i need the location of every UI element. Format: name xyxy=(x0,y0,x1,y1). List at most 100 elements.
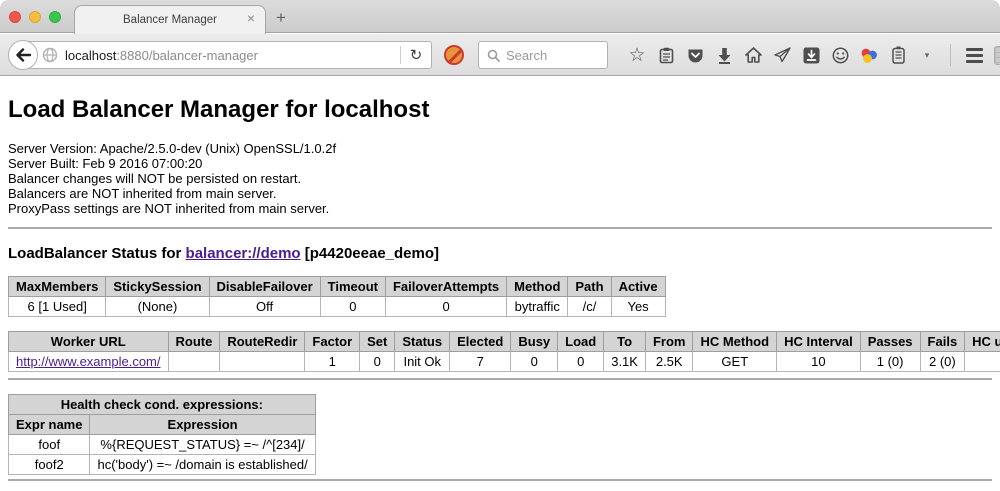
cell-elected: 7 xyxy=(450,352,511,372)
cell-set: 0 xyxy=(360,352,395,372)
pocket-icon[interactable] xyxy=(686,46,704,64)
new-tab-button[interactable]: + xyxy=(276,8,286,28)
status-heading-prefix: LoadBalancer Status for xyxy=(8,245,181,262)
toolbar-divider xyxy=(950,44,951,66)
save-to-square-icon[interactable] xyxy=(802,46,820,64)
cell-factor: 1 xyxy=(305,352,360,372)
send-tab-icon[interactable] xyxy=(773,46,791,64)
cell-timeout: 0 xyxy=(320,297,385,317)
bookmark-star-icon[interactable]: ☆ xyxy=(628,46,646,64)
col-hc-method: HC Method xyxy=(693,332,777,352)
cell-maxmembers: 6 [1 Used] xyxy=(9,297,106,317)
col-route: Route xyxy=(168,332,220,352)
cell-busy: 0 xyxy=(511,352,558,372)
balancer-summary-table: MaxMembers StickySession DisableFailover… xyxy=(8,276,666,317)
divider-rule xyxy=(8,378,992,380)
zoom-window-button[interactable] xyxy=(49,11,61,23)
col-timeout: Timeout xyxy=(320,277,385,297)
col-hc-uri: HC uri xyxy=(965,332,1000,352)
toolbar-icons: ☆ xyxy=(628,34,1000,76)
col-routeredir: RouteRedir xyxy=(220,332,305,352)
flashblock-icon[interactable] xyxy=(444,45,464,65)
col-load: Load xyxy=(558,332,604,352)
tab-strip: Balancer Manager × + xyxy=(0,0,1000,33)
cell-to: 3.1K xyxy=(604,352,646,372)
cell-worker-url: http://www.example.com/ xyxy=(9,352,169,372)
clipboard-icon[interactable] xyxy=(657,46,675,64)
table-row: foof2 hc('body') =~ /domain is establish… xyxy=(9,455,316,475)
cell-method: bytraffic xyxy=(507,297,568,317)
close-window-button[interactable] xyxy=(9,11,21,23)
server-info: Server Version: Apache/2.5.0-dev (Unix) … xyxy=(8,141,992,216)
col-hc-interval: HC Interval xyxy=(777,332,861,352)
col-worker-url: Worker URL xyxy=(9,332,169,352)
col-to: To xyxy=(604,332,646,352)
col-maxmembers: MaxMembers xyxy=(9,277,106,297)
battery-icon[interactable] xyxy=(889,46,907,64)
reload-button[interactable]: ↻ xyxy=(401,46,431,64)
window-controls xyxy=(9,11,61,23)
col-failoverattempts: FailoverAttempts xyxy=(385,277,506,297)
server-built-line: Server Built: Feb 9 2016 07:00:20 xyxy=(8,156,992,171)
cell-fails: 2 (0) xyxy=(920,352,965,372)
cell-routeredir xyxy=(220,352,305,372)
url-path: :8880/balancer-manager xyxy=(116,48,258,63)
color-dots-icon[interactable] xyxy=(860,46,878,64)
home-icon[interactable] xyxy=(744,46,762,64)
table-row: 6 [1 Used] (None) Off 0 0 bytraffic /c/ … xyxy=(9,297,666,317)
smiley-icon[interactable] xyxy=(831,46,849,64)
search-input[interactable] xyxy=(506,48,596,63)
col-active: Active xyxy=(611,277,665,297)
chevron-down-icon[interactable]: ▾ xyxy=(918,46,936,64)
worker-url-link[interactable]: http://www.example.com/ xyxy=(16,354,161,369)
col-set: Set xyxy=(360,332,395,352)
tab-balancer-manager[interactable]: Balancer Manager × xyxy=(74,5,266,34)
cell-expr-name: foof xyxy=(9,435,90,455)
cell-expr-name: foof2 xyxy=(9,455,90,475)
page-title: Load Balancer Manager for localhost xyxy=(8,96,992,124)
minimize-window-button[interactable] xyxy=(29,11,41,23)
col-stickysession: StickySession xyxy=(106,277,209,297)
menu-icon[interactable] xyxy=(965,46,983,64)
cell-load: 0 xyxy=(558,352,604,372)
cell-failoverattempts: 0 xyxy=(385,297,506,317)
cell-route xyxy=(168,352,220,372)
col-elected: Elected xyxy=(450,332,511,352)
tab-close-icon[interactable]: × xyxy=(247,11,255,25)
downloads-icon[interactable] xyxy=(715,46,733,64)
col-expr-name: Expr name xyxy=(9,415,90,435)
cell-expression: %{REQUEST_STATUS} =~ /^[234]/ xyxy=(90,435,315,455)
cell-status: Init Ok xyxy=(395,352,450,372)
url-bar[interactable]: localhost:8880/balancer-manager ↻ xyxy=(23,41,432,69)
cell-passes: 1 (0) xyxy=(860,352,920,372)
persist-notice-line: Balancer changes will NOT be persisted o… xyxy=(8,171,992,186)
col-from: From xyxy=(645,332,693,352)
cell-hc-method: GET xyxy=(693,352,777,372)
cell-hc-interval: 10 xyxy=(777,352,861,372)
back-arrow-icon xyxy=(15,48,31,62)
inherit-notice-line: Balancers are NOT inherited from main se… xyxy=(8,186,992,201)
balancer-demo-link[interactable]: balancer://demo xyxy=(186,245,301,262)
col-passes: Passes xyxy=(860,332,920,352)
table-row: http://www.example.com/ 1 0 Init Ok 7 0 … xyxy=(9,352,1000,372)
back-button[interactable] xyxy=(8,40,38,70)
extension-grid-icon[interactable] xyxy=(994,46,1000,64)
url-domain: localhost xyxy=(65,48,116,63)
server-version-line: Server Version: Apache/2.5.0-dev (Unix) … xyxy=(8,141,992,156)
page-content: Load Balancer Manager for localhost Serv… xyxy=(0,76,1000,491)
loadbalancer-status-heading: LoadBalancer Status for balancer://demo … xyxy=(8,245,992,262)
table-header-row: Expr name Expression xyxy=(9,415,316,435)
search-bar[interactable] xyxy=(478,41,608,69)
col-busy: Busy xyxy=(511,332,558,352)
cell-expression: hc('body') =~ /domain is established/ xyxy=(90,455,315,475)
col-disablefailover: DisableFailover xyxy=(209,277,320,297)
col-path: Path xyxy=(568,277,611,297)
worker-table: Worker URL Route RouteRedir Factor Set S… xyxy=(8,331,1000,372)
tab-title: Balancer Manager xyxy=(123,14,217,26)
table-row: foof %{REQUEST_STATUS} =~ /^[234]/ xyxy=(9,435,316,455)
cell-active: Yes xyxy=(611,297,665,317)
cell-from: 2.5K xyxy=(645,352,693,372)
proxypass-notice-line: ProxyPass settings are NOT inherited fro… xyxy=(8,201,992,216)
url-text[interactable]: localhost:8880/balancer-manager xyxy=(65,48,258,63)
divider-rule xyxy=(8,479,992,481)
